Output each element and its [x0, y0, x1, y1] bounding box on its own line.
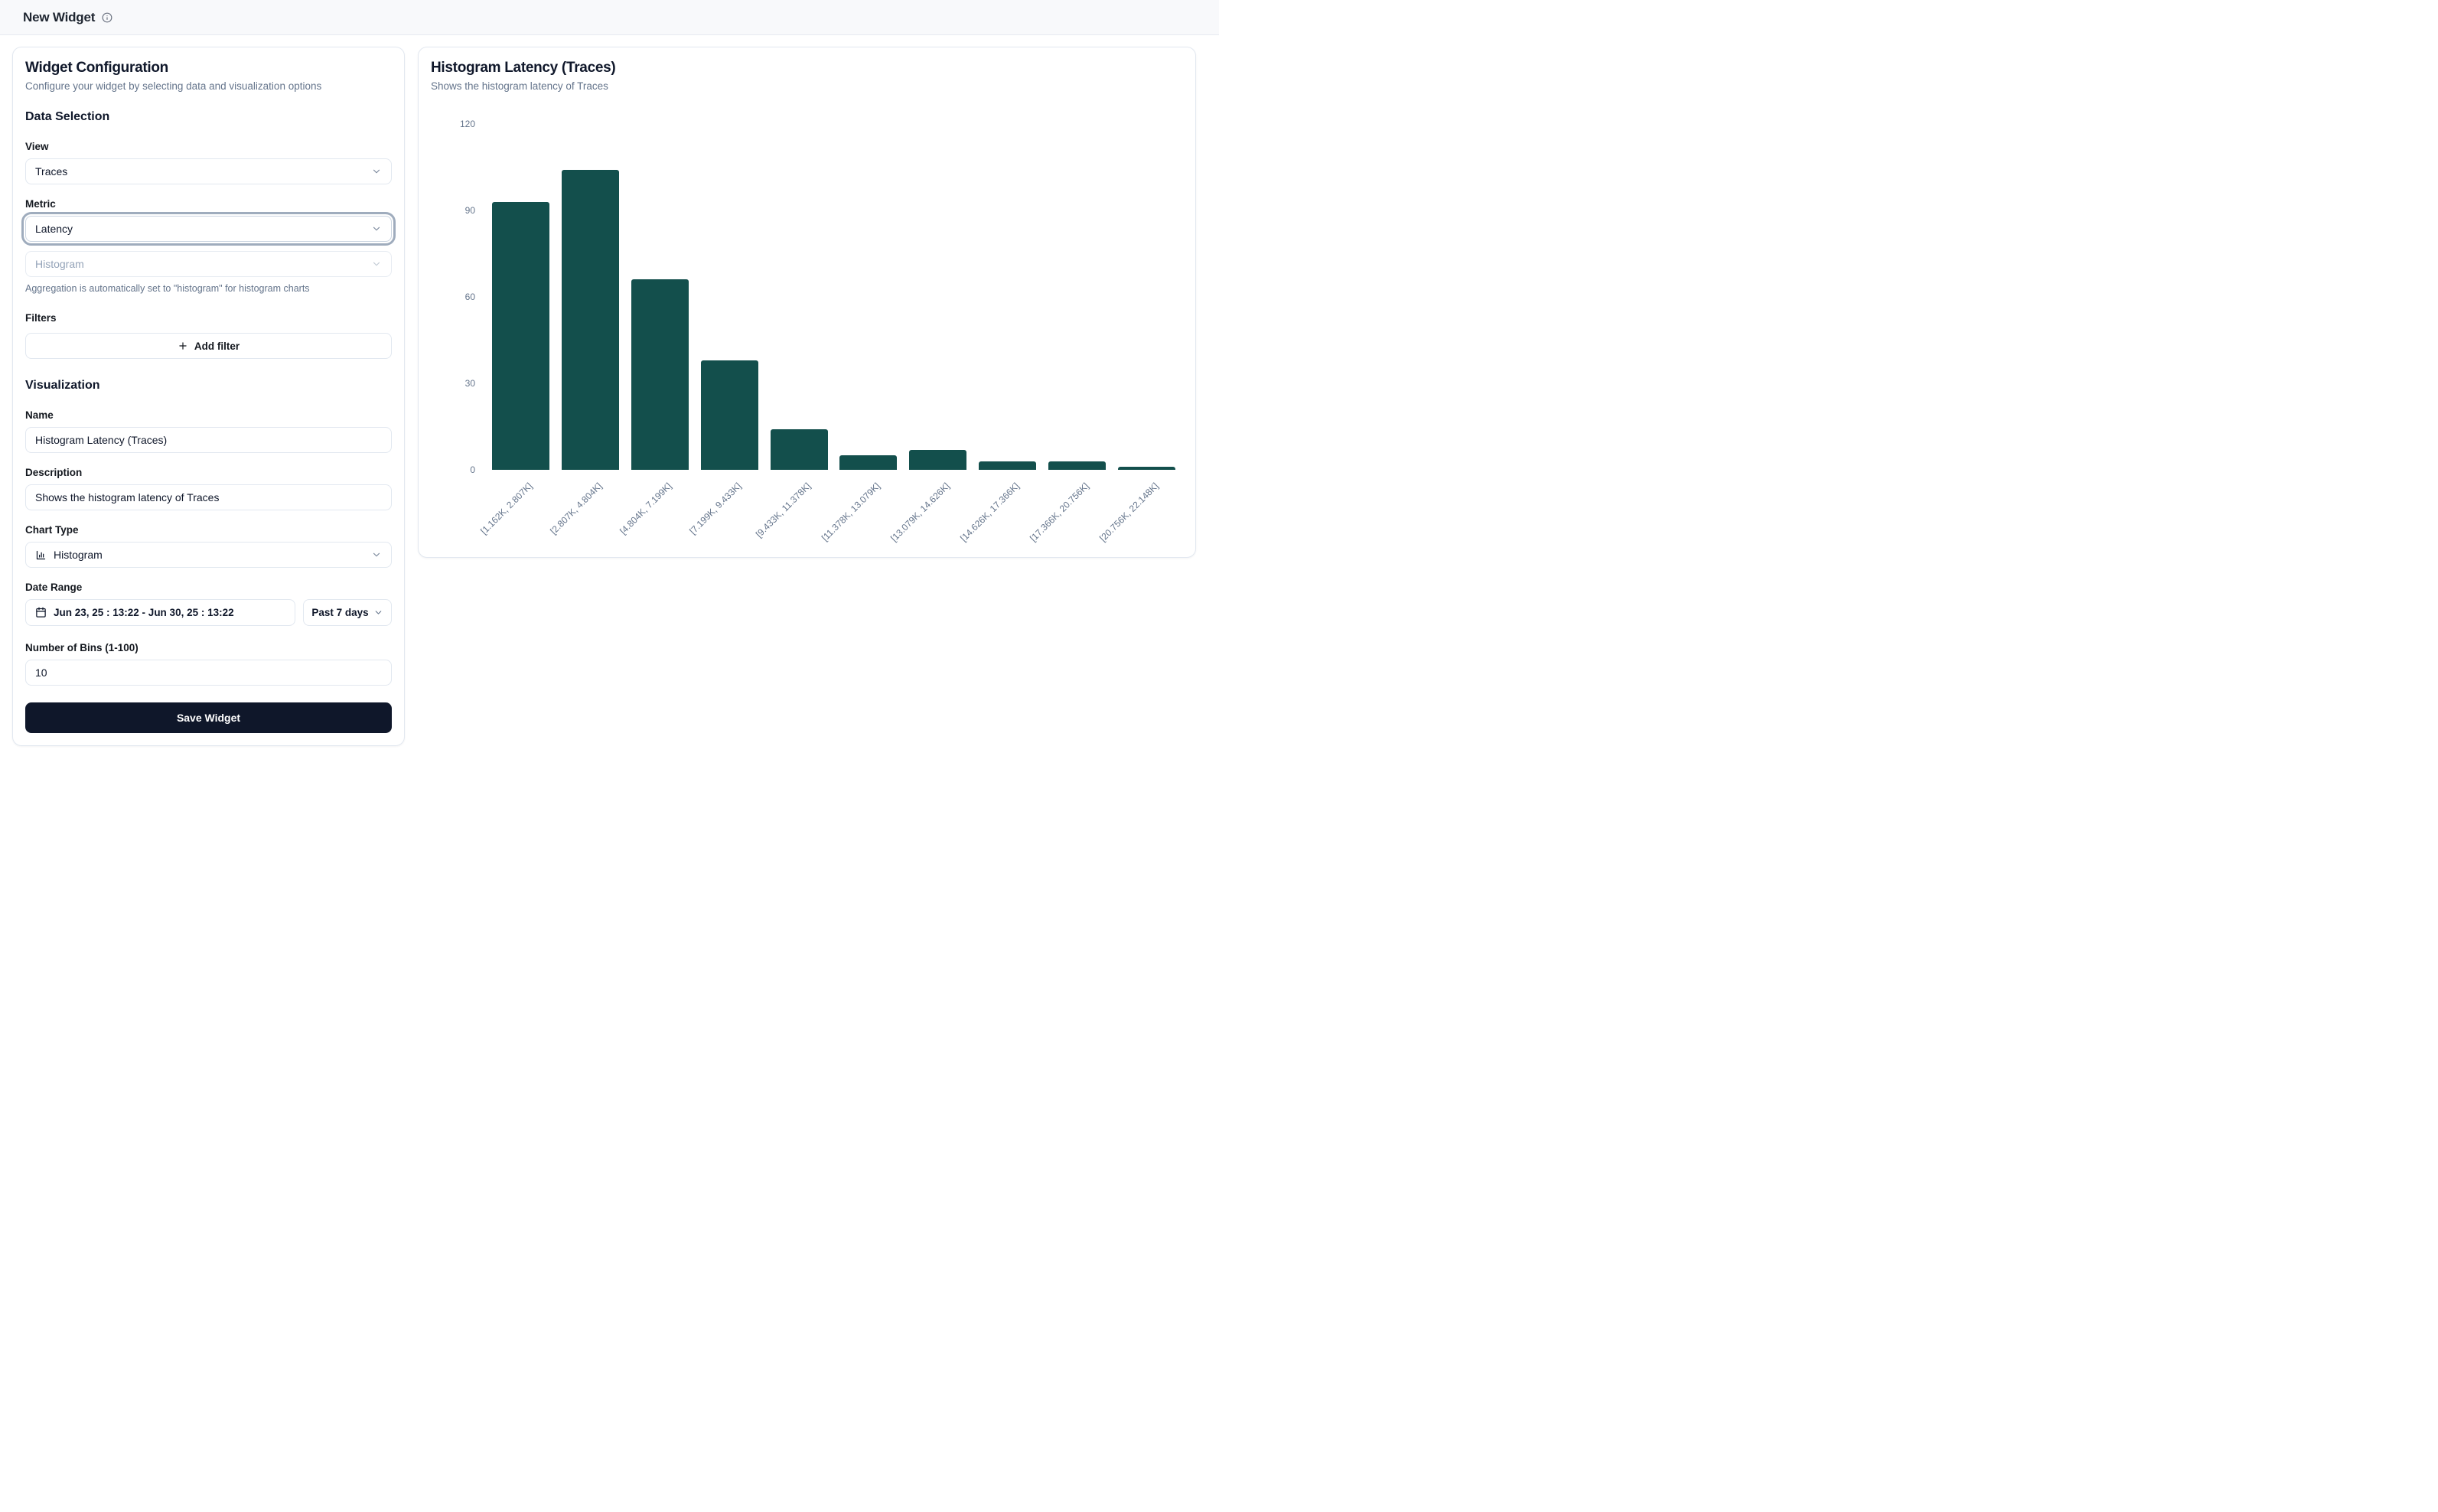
chevron-down-icon	[371, 259, 382, 269]
histogram-bar[interactable]	[562, 170, 619, 470]
y-axis-label: 60	[431, 292, 475, 302]
date-range-label: Date Range	[25, 582, 392, 593]
data-selection-heading: Data Selection	[25, 110, 392, 124]
metric-select[interactable]: Latency	[25, 216, 392, 242]
histogram-bar[interactable]	[701, 360, 758, 470]
x-axis-label: [7.199K, 9.433K]	[687, 481, 743, 536]
page-title: New Widget	[23, 10, 95, 25]
name-input[interactable]	[25, 427, 392, 453]
histogram-bar[interactable]	[979, 461, 1036, 470]
page-header: New Widget	[0, 0, 1219, 35]
metric-field: Metric Latency Histogram Aggregation is …	[25, 198, 392, 294]
bins-label: Number of Bins (1-100)	[25, 642, 392, 653]
y-axis-label: 0	[431, 464, 475, 475]
preview-title: Histogram Latency (Traces)	[431, 60, 1183, 77]
x-axis-label: [2.807K, 4.804K]	[548, 481, 604, 536]
name-label: Name	[25, 409, 392, 421]
histogram-bar[interactable]	[771, 429, 828, 470]
chevron-down-icon	[371, 223, 382, 234]
view-select[interactable]: Traces	[25, 158, 392, 184]
chart-type-select-value: Histogram	[54, 549, 103, 561]
histogram-bar[interactable]	[492, 202, 549, 470]
histogram-bar[interactable]	[631, 279, 689, 470]
histogram-bar[interactable]	[1118, 467, 1175, 470]
aggregation-select-value: Histogram	[35, 258, 84, 270]
histogram-bar[interactable]	[909, 450, 966, 470]
add-filter-label: Add filter	[194, 341, 240, 352]
description-field: Description	[25, 467, 392, 510]
chevron-down-icon	[371, 166, 382, 177]
aggregation-select: Histogram	[25, 251, 392, 277]
plus-icon	[178, 341, 188, 351]
y-axis-label: 30	[431, 378, 475, 389]
content-area: Widget Configuration Configure your widg…	[0, 35, 1219, 746]
histogram-bar[interactable]	[839, 455, 897, 470]
x-axis-label: [4.804K, 7.199K]	[618, 481, 673, 536]
chevron-down-icon	[373, 608, 383, 618]
x-axis-label: [1.162K, 2.807K]	[478, 481, 534, 536]
description-input[interactable]	[25, 484, 392, 510]
histogram-bar[interactable]	[1048, 461, 1106, 470]
date-range-button[interactable]: Jun 23, 25 : 13:22 - Jun 30, 25 : 13:22	[25, 599, 295, 626]
chevron-down-icon	[371, 549, 382, 560]
y-axis-label: 90	[431, 205, 475, 216]
y-axis-label: 120	[431, 119, 475, 129]
x-axis-label: [17.366K, 20.756K]	[1028, 481, 1091, 544]
visualization-heading: Visualization	[25, 379, 392, 393]
bins-input[interactable]	[25, 660, 392, 686]
x-axis-label: [14.626K, 17.366K]	[958, 481, 1022, 544]
bins-field: Number of Bins (1-100)	[25, 642, 392, 686]
metric-select-value: Latency	[35, 223, 73, 235]
filters-field: Filters Add filter	[25, 312, 392, 359]
save-widget-button[interactable]: Save Widget	[25, 702, 392, 733]
date-range-field: Date Range Jun 23, 25 : 13:22 - Jun 30, …	[25, 582, 392, 626]
name-field: Name	[25, 409, 392, 453]
date-preset-select[interactable]: Past 7 days	[303, 599, 392, 626]
date-range-value: Jun 23, 25 : 13:22 - Jun 30, 25 : 13:22	[54, 607, 234, 618]
x-axis-label: [11.378K, 13.079K]	[820, 481, 882, 543]
chart-type-label: Chart Type	[25, 524, 392, 536]
view-label: View	[25, 141, 392, 152]
chart-type-select[interactable]: Histogram	[25, 542, 392, 568]
description-label: Description	[25, 467, 392, 478]
aggregation-help-text: Aggregation is automatically set to "his…	[25, 283, 392, 294]
filters-label: Filters	[25, 312, 392, 324]
x-axis-label: [13.079K, 14.626K]	[888, 481, 952, 544]
add-filter-button[interactable]: Add filter	[25, 333, 392, 359]
calendar-icon	[35, 607, 47, 618]
x-axis-label: [9.433K, 11.378K]	[754, 481, 813, 539]
x-axis-label: [20.756K, 22.148K]	[1097, 481, 1161, 544]
histogram-chart-icon	[35, 549, 47, 561]
widget-preview-card: Histogram Latency (Traces) Shows the his…	[418, 47, 1196, 558]
date-preset-value: Past 7 days	[311, 607, 368, 618]
preview-subtitle: Shows the histogram latency of Traces	[431, 80, 1183, 92]
view-field: View Traces	[25, 141, 392, 184]
config-card-title: Widget Configuration	[25, 60, 392, 77]
view-select-value: Traces	[35, 165, 67, 178]
config-card-subtitle: Configure your widget by selecting data …	[25, 80, 392, 92]
chart-type-field: Chart Type Histogram	[25, 524, 392, 568]
histogram-chart: 0 30 60 90 120 [1.162K, 2.807K] [2.807K, 4.804…	[431, 113, 1183, 542]
metric-label: Metric	[25, 198, 392, 210]
info-icon[interactable]	[102, 12, 112, 23]
widget-configuration-card: Widget Configuration Configure your widg…	[12, 47, 405, 746]
